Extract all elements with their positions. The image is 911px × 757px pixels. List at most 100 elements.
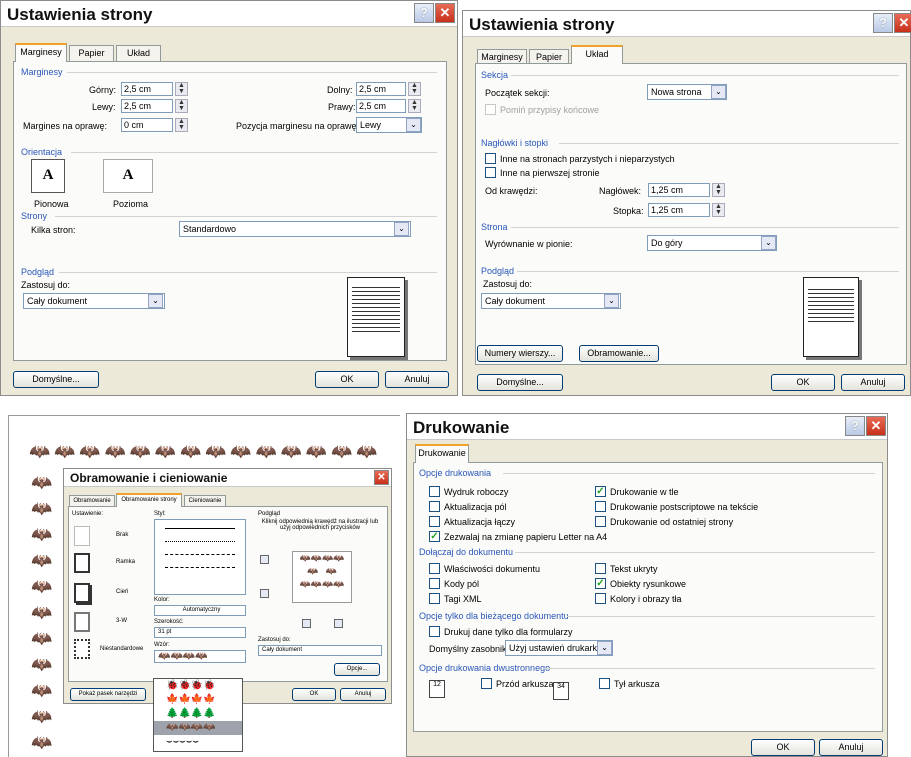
cancel-button[interactable]: Anuluj — [340, 688, 386, 701]
options-button[interactable]: Opcje... — [334, 663, 380, 676]
close-icon[interactable]: ✕ — [866, 416, 886, 436]
close-icon[interactable]: ✕ — [374, 470, 389, 485]
chevron-down-icon[interactable]: ⌄ — [148, 294, 163, 308]
left-margin-input[interactable]: 2,5 cm — [121, 99, 173, 113]
apply-to-select[interactable]: Cały dokument — [481, 293, 621, 309]
footer-distance-input[interactable]: 1,25 cm — [648, 203, 710, 217]
tab-paper[interactable]: Papier — [69, 45, 114, 62]
hidden-text-checkbox[interactable] — [595, 563, 606, 574]
ok-button[interactable]: OK — [315, 371, 379, 388]
right-border-toggle-icon[interactable] — [334, 619, 343, 628]
gutter-spinner[interactable]: ▲ ▼ — [175, 118, 188, 132]
update-links-checkbox[interactable] — [429, 516, 440, 527]
back-of-sheet-checkbox[interactable] — [599, 678, 610, 689]
show-toolbar-button[interactable]: Pokaż pasek narzędzi — [70, 688, 146, 701]
field-codes-label: Kody pól — [444, 579, 480, 589]
section-section: Sekcja — [481, 70, 509, 80]
tab-page-border[interactable]: Obramowanie strony — [116, 493, 182, 507]
chevron-down-icon[interactable]: ⌄ — [761, 236, 776, 250]
section-current-doc: Opcje tylko dla bieżącego dokumentu — [419, 611, 569, 621]
field-codes-checkbox[interactable] — [429, 578, 440, 589]
right-margin-input[interactable]: 2,5 cm — [356, 99, 406, 113]
setting-custom-icon[interactable] — [74, 639, 90, 659]
default-button[interactable]: Domyślne... — [13, 371, 99, 388]
bat-border-left: 🦇 🦇 🦇 🦇 🦇 🦇 🦇 🦇 🦇 🦇 🦇 — [31, 473, 53, 752]
portrait-button[interactable]: A — [31, 159, 65, 193]
left-border-toggle-icon[interactable] — [302, 619, 311, 628]
doc-properties-checkbox[interactable] — [429, 563, 440, 574]
art-dropdown-list[interactable]: 🐞🐞🐞🐞 🍁🍁🍁🍁 🌲🌲🌲🌲 🦇🦇🦇🦇 ⌣⌣⌣⌣⌣ — [153, 678, 243, 752]
footer-distance-spinner[interactable]: ▲ ▼ — [712, 203, 725, 217]
forms-only-checkbox[interactable] — [429, 626, 440, 637]
cancel-button[interactable]: Anuluj — [841, 374, 905, 391]
help-icon[interactable]: ? — [873, 13, 893, 33]
chevron-down-icon[interactable]: ⌄ — [394, 222, 409, 236]
update-fields-checkbox[interactable] — [429, 501, 440, 512]
suppress-endnotes-checkbox[interactable] — [485, 104, 496, 115]
close-icon[interactable]: ✕ — [894, 13, 911, 33]
art-option-selected[interactable]: 🦇🦇🦇🦇 — [154, 721, 242, 735]
top-margin-input[interactable]: 2,5 cm — [121, 82, 173, 96]
setting-3d-icon[interactable] — [74, 612, 90, 632]
bottom-border-toggle-icon[interactable] — [260, 589, 269, 598]
art-option[interactable]: ⌣⌣⌣⌣⌣ — [154, 735, 242, 749]
width-select[interactable]: 31 pt — [154, 627, 246, 638]
background-colors-checkbox[interactable] — [595, 593, 606, 604]
tab-layout[interactable]: Układ — [116, 45, 161, 62]
header-distance-input[interactable]: 1,25 cm — [648, 183, 710, 197]
postscript-checkbox[interactable] — [595, 501, 606, 512]
bottom-margin-input[interactable]: 2,5 cm — [356, 82, 406, 96]
landscape-button[interactable]: A — [103, 159, 153, 193]
tab-print[interactable]: Drukowanie — [415, 444, 469, 463]
xml-tags-checkbox[interactable] — [429, 593, 440, 604]
art-option[interactable]: 🌲🌲🌲🌲 — [154, 707, 242, 721]
background-printing-checkbox[interactable]: ✓ — [595, 486, 606, 497]
first-page-checkbox[interactable] — [485, 167, 496, 178]
reverse-order-checkbox[interactable] — [595, 516, 606, 527]
drawing-objects-checkbox[interactable]: ✓ — [595, 578, 606, 589]
ok-button[interactable]: OK — [292, 688, 336, 701]
gutter-input[interactable]: 0 cm — [121, 118, 173, 132]
bottom-margin-spinner[interactable]: ▲ ▼ — [408, 82, 421, 96]
chevron-down-icon[interactable]: ⌄ — [604, 294, 619, 308]
odd-even-checkbox[interactable] — [485, 153, 496, 164]
help-icon[interactable]: ? — [845, 416, 865, 436]
portrait-label: Pionowa — [34, 199, 69, 209]
style-list[interactable] — [154, 519, 246, 595]
default-button[interactable]: Domyślne... — [477, 374, 563, 391]
art-select[interactable]: 🦇🦇🦇🦇 — [154, 650, 246, 663]
tab-layout[interactable]: Układ — [571, 45, 623, 64]
cancel-button[interactable]: Anuluj — [385, 371, 449, 388]
ok-button[interactable]: OK — [751, 739, 815, 756]
cancel-button[interactable]: Anuluj — [819, 739, 883, 756]
setting-none-icon[interactable] — [74, 526, 90, 546]
borders-button[interactable]: Obramowanie... — [579, 345, 659, 362]
line-numbers-button[interactable]: Numery wierszy... — [477, 345, 563, 362]
chevron-down-icon[interactable]: ⌄ — [406, 118, 421, 132]
ok-button[interactable]: OK — [771, 374, 835, 391]
draft-output-checkbox[interactable] — [429, 486, 440, 497]
color-select[interactable]: Automatyczny — [154, 605, 246, 616]
front-of-sheet-checkbox[interactable] — [481, 678, 492, 689]
setting-shadow-icon[interactable] — [74, 583, 90, 603]
art-option[interactable]: 🐞🐞🐞🐞 — [154, 679, 242, 693]
left-margin-spinner[interactable]: ▲ ▼ — [175, 99, 188, 113]
setting-box-icon[interactable] — [74, 553, 90, 573]
apply-to-select[interactable]: Cały dokument — [258, 645, 382, 656]
right-margin-spinner[interactable]: ▲ ▼ — [408, 99, 421, 113]
chevron-down-icon[interactable]: ⌄ — [597, 641, 612, 655]
art-option[interactable]: 🍁🍁🍁🍁 — [154, 693, 242, 707]
help-icon[interactable]: ? — [414, 3, 434, 23]
tab-margins[interactable]: Marginesy — [15, 43, 67, 62]
top-border-toggle-icon[interactable] — [260, 555, 269, 564]
setting-3d-label: 3-W — [116, 618, 127, 624]
preview-box[interactable]: 🦇🦇🦇🦇 🦇 🦇 🦇🦇🦇🦇 — [292, 551, 352, 603]
allow-a4-resize-checkbox[interactable]: ✓ — [429, 531, 440, 542]
header-distance-spinner[interactable]: ▲ ▼ — [712, 183, 725, 197]
vertical-alignment-select[interactable]: Do góry — [647, 235, 777, 251]
chevron-down-icon[interactable]: ⌄ — [711, 85, 726, 99]
top-margin-spinner[interactable]: ▲ ▼ — [175, 82, 188, 96]
apply-to-select[interactable]: Cały dokument — [23, 293, 165, 309]
multiple-pages-select[interactable]: Standardowo — [179, 221, 411, 237]
close-icon[interactable]: ✕ — [435, 3, 455, 23]
